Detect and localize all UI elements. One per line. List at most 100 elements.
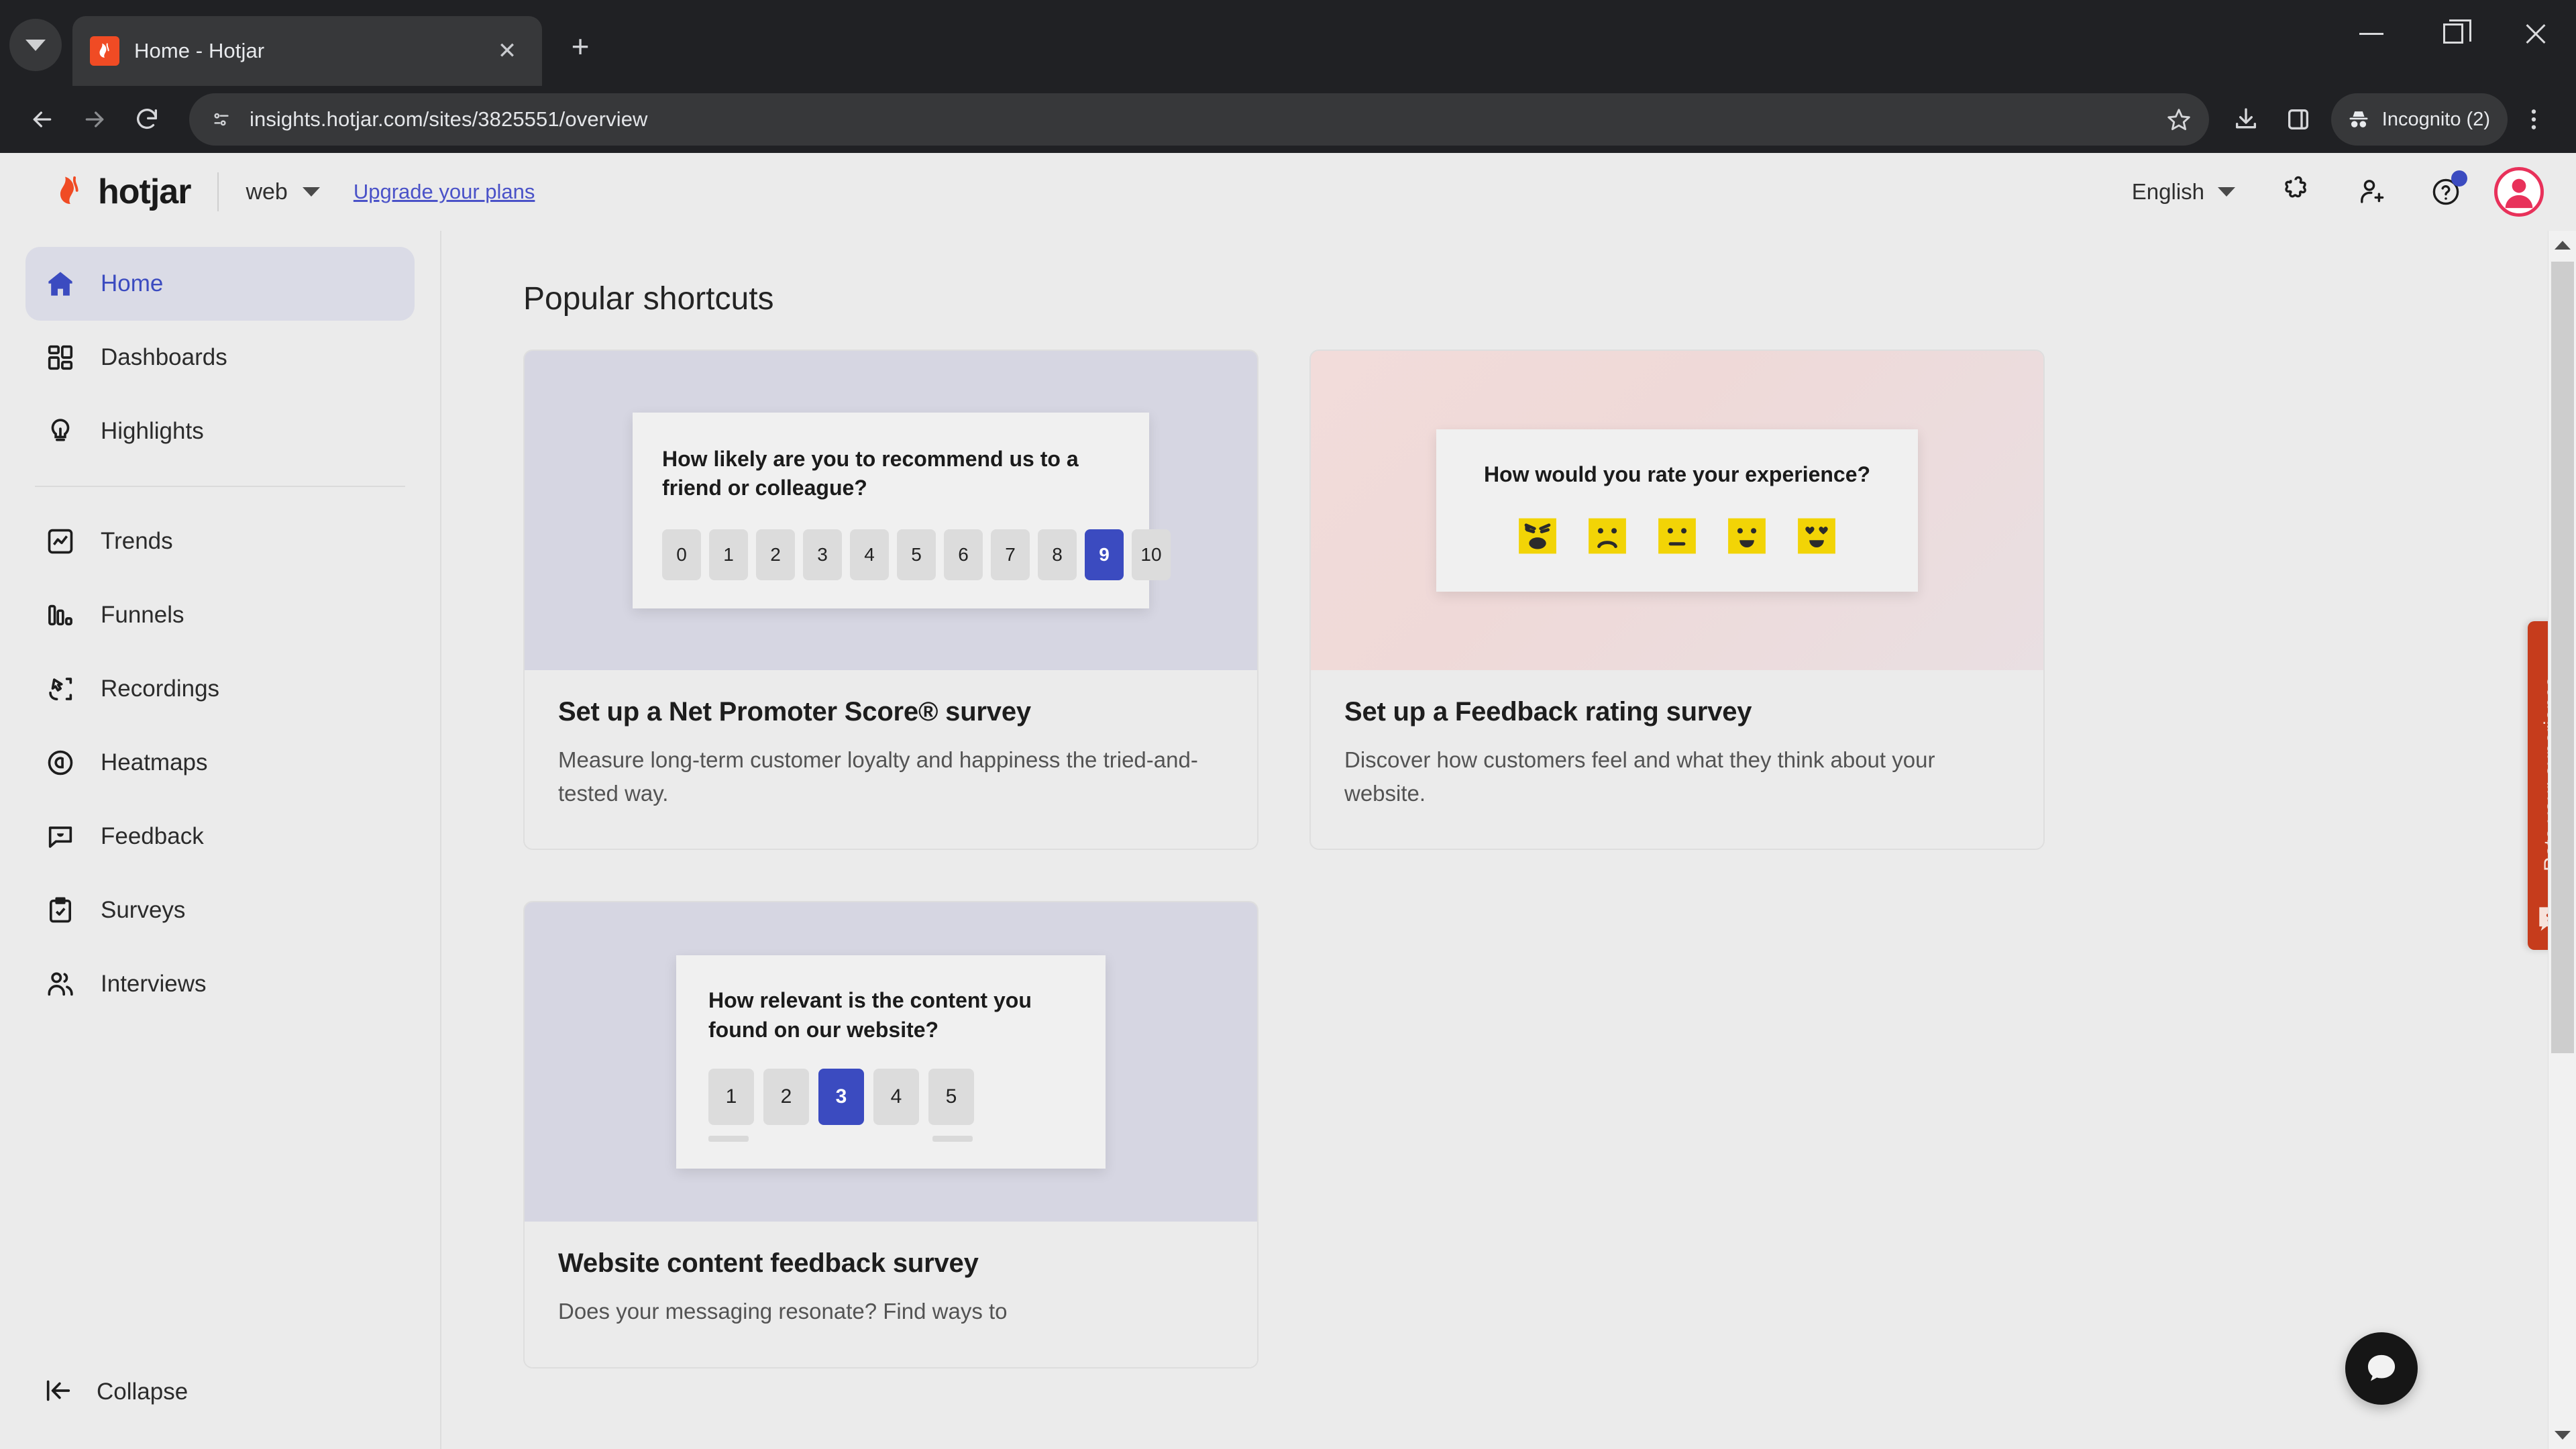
- forward-button[interactable]: [68, 93, 121, 146]
- relevance-option: 5: [928, 1068, 974, 1125]
- sidebar-divider: [35, 486, 405, 487]
- hotjar-logo[interactable]: hotjar: [51, 172, 191, 212]
- relevance-option: 2: [763, 1068, 809, 1125]
- nps-option-selected: 9: [1085, 529, 1124, 581]
- user-avatar[interactable]: [2494, 167, 2544, 217]
- bookmark-star-icon[interactable]: [2158, 99, 2200, 140]
- sidebar-item-label: Feedback: [101, 823, 204, 849]
- incognito-indicator[interactable]: Incognito (2): [2330, 93, 2508, 146]
- invite-user-button[interactable]: [2347, 166, 2398, 217]
- sidebar-item-label: Highlights: [101, 418, 204, 444]
- shortcut-card-nps[interactable]: How likely are you to recommend us to a …: [523, 350, 1258, 850]
- shortcut-card-feedback-rating[interactable]: How would you rate your experience? Set …: [1309, 350, 2045, 850]
- neutral-emoji-icon: [1658, 518, 1696, 553]
- browser-menu-button[interactable]: [2508, 93, 2560, 146]
- chevron-down-icon: [302, 187, 320, 197]
- card-body: Set up a Feedback rating survey Discover…: [1311, 670, 2043, 849]
- reload-button[interactable]: [121, 93, 173, 146]
- tab-search-button[interactable]: [9, 19, 62, 71]
- nps-scale: 0 1 2 3 4 5 6 7 8 9 10: [662, 529, 1171, 581]
- side-panel-icon: [2288, 109, 2308, 129]
- scroll-up-button[interactable]: [2548, 231, 2576, 259]
- nps-survey-widget: How likely are you to recommend us to a …: [633, 412, 1171, 609]
- browser-window: Home - Hotjar ✕ + insights.hotjar.com/si…: [0, 0, 2576, 1449]
- sidebar-item-surveys[interactable]: Surveys: [25, 873, 415, 947]
- shortcut-card-website-content[interactable]: How relevant is the content you found on…: [523, 901, 1258, 1368]
- close-icon: [2523, 21, 2547, 46]
- nps-option: 6: [944, 529, 983, 581]
- downloads-button[interactable]: [2220, 93, 2272, 146]
- card-body: Set up a Net Promoter Score® survey Meas…: [525, 670, 1257, 849]
- header-divider: [217, 172, 219, 211]
- tab-close-icon[interactable]: ✕: [490, 34, 525, 68]
- address-bar[interactable]: insights.hotjar.com/sites/3825551/overvi…: [189, 93, 2209, 146]
- sidebar-item-home[interactable]: Home: [25, 247, 415, 321]
- nps-option: 4: [850, 529, 889, 581]
- shortcut-cards-grid: How likely are you to recommend us to a …: [523, 350, 2080, 1368]
- extensions-button[interactable]: [2273, 166, 2324, 217]
- card-description: Discover how customers feel and what the…: [1344, 747, 1935, 806]
- relevance-option: 4: [873, 1068, 919, 1125]
- nps-option: 8: [1038, 529, 1077, 581]
- back-button[interactable]: [16, 93, 68, 146]
- window-controls: [2330, 0, 2576, 67]
- hotjar-favicon-icon: [90, 36, 119, 66]
- sidebar-item-recordings[interactable]: Recordings: [25, 652, 415, 726]
- close-window-button[interactable]: [2494, 0, 2576, 67]
- recordings-cursor-icon: [43, 672, 78, 706]
- sidebar-item-dashboards[interactable]: Dashboards: [25, 321, 415, 394]
- scroll-up-arrow-icon: [2555, 240, 2571, 250]
- sidebar-item-label: Dashboards: [101, 344, 227, 370]
- relevance-legend: [708, 1135, 973, 1142]
- page-scrollbar[interactable]: [2548, 231, 2576, 1449]
- maximize-button[interactable]: [2412, 0, 2494, 67]
- nps-question: How likely are you to recommend us to a …: [662, 446, 1079, 500]
- nps-option: 10: [1132, 529, 1171, 581]
- sidebar-item-interviews[interactable]: Interviews: [25, 947, 415, 1021]
- trends-chart-icon: [43, 524, 78, 559]
- scroll-down-button[interactable]: [2548, 1421, 2576, 1449]
- sidebar-collapse-button[interactable]: Collapse: [25, 1355, 415, 1429]
- hotjar-logo-icon: [51, 174, 87, 210]
- sidebar-item-funnels[interactable]: Funnels: [25, 578, 415, 652]
- chat-launcher-button[interactable]: [2345, 1332, 2418, 1405]
- chevron-down-icon: [25, 39, 46, 51]
- surveys-clipboard-icon: [43, 893, 78, 928]
- reload-icon: [137, 109, 157, 129]
- upgrade-plans-link[interactable]: Upgrade your plans: [354, 180, 535, 204]
- new-tab-button[interactable]: +: [557, 23, 604, 70]
- sad-emoji-icon: [1589, 518, 1626, 553]
- page-info-icon[interactable]: [201, 99, 241, 140]
- download-icon: [2235, 108, 2256, 129]
- language-selector[interactable]: English: [2132, 179, 2235, 205]
- puzzle-piece-icon: [2285, 176, 2306, 198]
- browser-tab[interactable]: Home - Hotjar ✕: [72, 16, 542, 86]
- minimize-button[interactable]: [2330, 0, 2412, 67]
- back-arrow-icon: [33, 111, 52, 127]
- sidebar-item-trends[interactable]: Trends: [25, 504, 415, 578]
- app-body: Home Dashboards Highlights Trends Funnel…: [0, 231, 2576, 1449]
- angry-emoji-icon: [1519, 518, 1556, 553]
- side-panel-button[interactable]: [2272, 93, 2324, 146]
- maximize-icon: [2443, 19, 2471, 44]
- forward-arrow-icon: [85, 111, 104, 127]
- love-emoji-icon: [1798, 518, 1835, 553]
- sidebar-item-label: Interviews: [101, 971, 207, 997]
- card-title: Set up a Feedback rating survey: [1344, 697, 1752, 727]
- sidebar-item-heatmaps[interactable]: Heatmaps: [25, 726, 415, 800]
- scrollbar-thumb[interactable]: [2551, 262, 2574, 1053]
- card-preview-content: How relevant is the content you found on…: [525, 902, 1257, 1222]
- card-title: Website content feedback survey: [558, 1248, 979, 1278]
- user-avatar-icon: [2505, 178, 2533, 209]
- relevance-option: 1: [708, 1068, 754, 1125]
- site-selector[interactable]: web: [246, 179, 320, 205]
- help-button[interactable]: [2420, 166, 2471, 217]
- scroll-down-arrow-icon: [2555, 1430, 2571, 1440]
- home-icon: [43, 266, 78, 301]
- sidebar-item-highlights[interactable]: Highlights: [25, 394, 415, 468]
- language-label: English: [2131, 179, 2204, 204]
- sidebar-item-feedback[interactable]: Feedback: [25, 800, 415, 873]
- funnels-bars-icon: [43, 598, 78, 633]
- nps-option: 5: [897, 529, 936, 581]
